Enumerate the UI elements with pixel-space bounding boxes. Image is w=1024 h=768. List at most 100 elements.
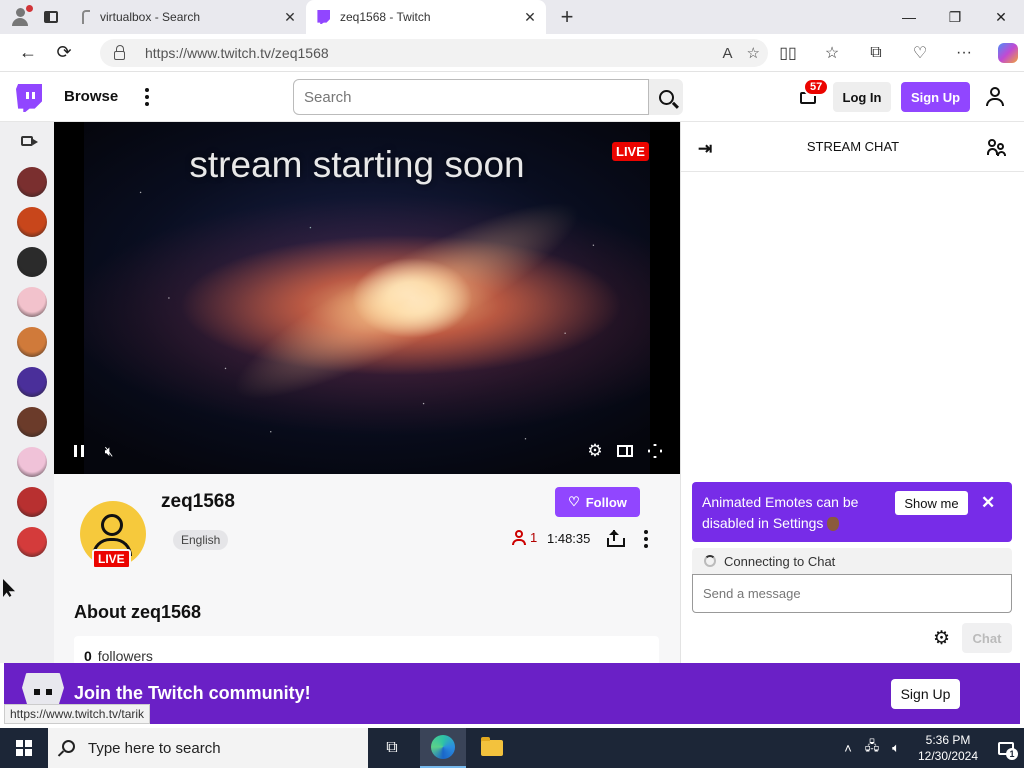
community-icon[interactable] xyxy=(987,138,1007,156)
player-settings-icon[interactable]: ⚙ xyxy=(584,440,606,462)
followed-channel-avatar[interactable] xyxy=(17,167,47,197)
login-button[interactable]: Log In xyxy=(833,82,891,112)
windows-taskbar: Type here to search ⧉ ˄ 🖧︎ 🔈︎ 5:36 PM 12… xyxy=(0,728,1024,768)
followed-channel-avatar[interactable] xyxy=(17,527,47,557)
followers-card: 0 followers xyxy=(74,636,659,666)
followed-channel-avatar[interactable] xyxy=(17,407,47,437)
user-menu-icon[interactable] xyxy=(985,86,1005,108)
followed-channel-avatar[interactable] xyxy=(17,287,47,317)
heart-icon: ♡ xyxy=(568,494,580,509)
profile-icon[interactable] xyxy=(6,2,36,32)
collections-icon[interactable]: ⧉ xyxy=(854,34,898,72)
clock-date: 12/30/2024 xyxy=(917,749,979,763)
unmute-icon[interactable]: 🔇︎ xyxy=(98,440,120,462)
banner-signup-button[interactable]: Sign Up xyxy=(891,679,960,709)
show-hidden-icons-icon[interactable]: ˄ xyxy=(836,741,860,756)
notifications-icon[interactable]: 1 xyxy=(988,728,1024,768)
followers-count: 0 xyxy=(84,648,92,664)
language-tag[interactable]: English xyxy=(173,530,229,550)
followed-channel-avatar[interactable] xyxy=(17,367,47,397)
url-text: https://www.twitch.tv/zeq1568 xyxy=(145,45,329,61)
show-me-button[interactable]: Show me xyxy=(895,491,968,515)
browser-essentials-icon[interactable]: ♡ xyxy=(898,34,942,72)
new-tab-button[interactable]: + xyxy=(550,0,584,34)
video-player[interactable]: stream starting soon LIVE 🔇︎ ⚙ xyxy=(54,122,680,474)
avatar-live-badge: LIVE xyxy=(92,549,131,569)
tab-title: virtualbox - Search xyxy=(100,10,201,24)
fullscreen-icon[interactable] xyxy=(644,440,666,462)
followed-channel-avatar[interactable] xyxy=(17,327,47,357)
followed-channel-avatar[interactable] xyxy=(17,487,47,517)
search-icon xyxy=(62,740,75,753)
followers-label: followers xyxy=(97,648,153,664)
followed-channel-avatar[interactable] xyxy=(17,247,47,277)
task-view-icon[interactable]: ⧉ xyxy=(380,728,404,768)
browser-tab-bar: virtualbox - Search ✕ zeq1568 - Twitch ✕… xyxy=(0,0,1024,34)
refresh-icon[interactable]: ⟳ xyxy=(46,35,82,71)
channel-name[interactable]: zeq1568 xyxy=(161,491,235,513)
taskbar-search-input[interactable]: Type here to search xyxy=(48,728,368,768)
stream-uptime: 1:48:35 xyxy=(547,531,591,546)
signup-button[interactable]: Sign Up xyxy=(901,82,970,112)
twitch-favicon-icon xyxy=(317,10,330,24)
restore-button[interactable]: ❐ xyxy=(932,0,978,34)
clock[interactable]: 5:36 PM 12/30/2024 xyxy=(908,732,988,764)
close-window-button[interactable]: ✕ xyxy=(978,0,1024,34)
system-tray: ˄ 🖧︎ 🔈︎ 5:36 PM 12/30/2024 1 xyxy=(836,728,1024,768)
back-icon[interactable]: ← xyxy=(10,35,46,71)
clock-time: 5:36 PM xyxy=(925,733,971,747)
read-aloud-icon[interactable]: A xyxy=(723,45,733,62)
lock-icon[interactable] xyxy=(114,44,125,60)
about-heading: About zeq1568 xyxy=(74,602,202,622)
edge-taskbar-button[interactable] xyxy=(420,728,466,768)
tab-virtualbox-search[interactable]: virtualbox - Search ✕ xyxy=(66,0,306,34)
share-icon[interactable] xyxy=(606,530,625,548)
network-icon[interactable]: 🖧︎ xyxy=(860,737,884,759)
browse-link[interactable]: Browse xyxy=(64,88,118,105)
connecting-status: Connecting to Chat xyxy=(692,548,1012,574)
viewer-count: 1 xyxy=(512,530,537,545)
close-tab-icon[interactable]: ✕ xyxy=(280,7,300,27)
volume-muted-icon[interactable]: 🔈︎ xyxy=(884,740,908,756)
close-icon[interactable]: ✕ xyxy=(981,492,995,513)
settings-more-icon[interactable]: ··· xyxy=(942,34,986,72)
favorites-icon[interactable]: ☆ xyxy=(810,34,854,72)
minimize-button[interactable]: — xyxy=(886,0,932,34)
chat-message-input[interactable]: Send a message xyxy=(692,574,1012,613)
taskbar-search-placeholder: Type here to search xyxy=(88,739,221,757)
tab-title: zeq1568 - Twitch xyxy=(340,10,431,24)
viewer-icon xyxy=(512,530,526,545)
search-button[interactable] xyxy=(649,79,683,115)
chat-title: STREAM CHAT xyxy=(806,139,900,154)
followed-channel-avatar[interactable] xyxy=(17,207,47,237)
start-button[interactable] xyxy=(0,728,48,768)
channel-more-options-icon[interactable] xyxy=(642,530,650,548)
tab-actions-icon[interactable] xyxy=(36,2,66,32)
copilot-icon[interactable] xyxy=(998,43,1018,63)
recommended-channels-icon xyxy=(21,136,38,146)
file-explorer-button[interactable] xyxy=(470,728,514,768)
join-banner-text: Join the Twitch community! xyxy=(74,683,311,703)
close-tab-icon[interactable]: ✕ xyxy=(520,7,540,27)
tab-twitch[interactable]: zeq1568 - Twitch ✕ xyxy=(306,0,546,34)
chat-settings-icon[interactable]: ⚙ xyxy=(933,627,950,650)
url-field[interactable]: https://www.twitch.tv/zeq1568 A ☆ xyxy=(100,39,768,67)
chat-send-button[interactable]: Chat xyxy=(962,623,1012,653)
followed-channels-sidebar xyxy=(0,122,54,663)
stream-overlay-text: stream starting soon xyxy=(189,144,525,185)
join-community-banner: Join the Twitch community! Sign Up xyxy=(4,663,1020,724)
twitch-logo-icon[interactable] xyxy=(16,84,42,112)
favorite-star-icon[interactable]: ☆ xyxy=(747,44,760,62)
follow-button[interactable]: ♡ Follow xyxy=(555,487,640,517)
theatre-mode-icon[interactable] xyxy=(614,440,636,462)
viewer-count-value: 1 xyxy=(530,530,538,545)
windows-logo-icon xyxy=(16,740,32,756)
emote-icon xyxy=(827,517,840,532)
split-screen-icon[interactable]: ▯▯ xyxy=(766,34,810,72)
pause-icon[interactable] xyxy=(68,440,90,462)
link-status-url: https://www.twitch.tv/tarik xyxy=(4,704,151,724)
more-options-icon[interactable] xyxy=(140,86,154,108)
chat-panel: ⇥ STREAM CHAT Animated Emotes can be dis… xyxy=(680,122,1024,663)
followed-channel-avatar[interactable] xyxy=(17,447,47,477)
search-input[interactable]: Search xyxy=(293,79,649,115)
